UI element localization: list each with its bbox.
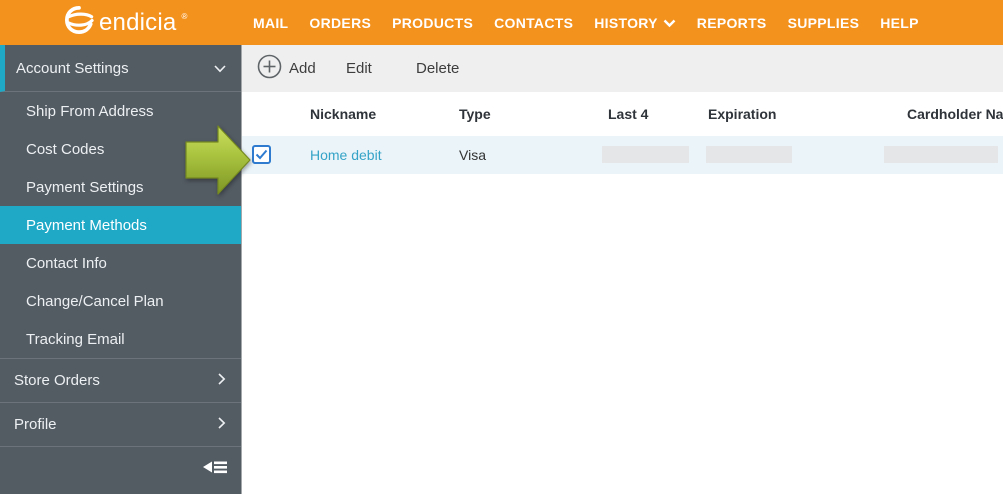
sidebar-section-profile[interactable]: Profile (0, 402, 241, 446)
nav-orders[interactable]: ORDERS (309, 15, 371, 31)
section-label: Profile (14, 416, 57, 433)
green-arrow-annotation (185, 125, 251, 195)
row-nickname-link[interactable]: Home debit (310, 136, 382, 174)
collapse-sidebar-icon (203, 461, 227, 474)
section-label: Account Settings (16, 59, 129, 77)
endicia-app-window: endicia ® MAIL ORDERS PRODUCTS CONTACTS … (0, 0, 1003, 494)
column-header-nickname[interactable]: Nickname (310, 92, 376, 136)
sidebar-section-store-orders[interactable]: Store Orders (0, 358, 241, 402)
chevron-right-icon (218, 416, 226, 433)
redacted-expiration-value (706, 146, 792, 163)
row-type-cell: Visa (459, 147, 486, 163)
nav-mail[interactable]: MAIL (253, 15, 288, 31)
checkmark-icon (255, 149, 268, 160)
column-header-cardholder-name[interactable]: Cardholder Na (907, 92, 1003, 136)
sidebar-item-payment-methods[interactable]: Payment Methods (0, 206, 241, 244)
sidebar-footer (0, 446, 241, 494)
endicia-globe-icon (64, 6, 94, 39)
column-header-last4[interactable]: Last 4 (608, 92, 648, 136)
plus-circle-icon (257, 54, 282, 83)
nav-contacts[interactable]: CONTACTS (494, 15, 573, 31)
registered-mark: ® (181, 12, 188, 21)
column-header-type[interactable]: Type (459, 92, 491, 136)
chevron-right-icon (218, 372, 226, 389)
chevron-down-icon (214, 60, 226, 77)
main-menu: MAIL ORDERS PRODUCTS CONTACTS HISTORY RE… (253, 0, 919, 45)
redacted-cardholder-value (884, 146, 998, 163)
redacted-last4-value (602, 146, 689, 163)
nav-history[interactable]: HISTORY (594, 15, 676, 31)
sidebar-item-tracking-email[interactable]: Tracking Email (0, 320, 241, 358)
nav-products[interactable]: PRODUCTS (392, 15, 473, 31)
delete-button[interactable]: Delete (416, 45, 459, 92)
sidebar-item-contact-info[interactable]: Contact Info (0, 244, 241, 282)
sidebar-item-change-cancel-plan[interactable]: Change/Cancel Plan (0, 282, 241, 320)
nav-reports[interactable]: REPORTS (697, 15, 767, 31)
grid-toolbar: Add Edit Delete (242, 45, 1003, 92)
column-header-expiration[interactable]: Expiration (708, 92, 776, 136)
chevron-down-icon (663, 15, 676, 31)
top-navigation-bar: endicia ® MAIL ORDERS PRODUCTS CONTACTS … (0, 0, 1003, 45)
settings-sidebar: Account Settings Ship From Address Cost … (0, 45, 241, 494)
sidebar-section-account-settings[interactable]: Account Settings (0, 45, 241, 92)
endicia-logo-text: endicia (99, 8, 177, 36)
nav-supplies[interactable]: SUPPLIES (788, 15, 860, 31)
payment-methods-table-header: Nickname Type Last 4 Expiration Cardhold… (242, 92, 1003, 136)
edit-button[interactable]: Edit (346, 45, 372, 92)
endicia-logo: endicia ® (64, 0, 187, 45)
nav-help[interactable]: HELP (880, 15, 919, 31)
section-label: Store Orders (14, 372, 100, 389)
add-button[interactable]: Add (257, 45, 316, 92)
collapse-sidebar-button[interactable] (203, 458, 227, 481)
table-row[interactable]: Home debit Visa (242, 136, 1003, 174)
row-checkbox[interactable] (252, 145, 271, 164)
